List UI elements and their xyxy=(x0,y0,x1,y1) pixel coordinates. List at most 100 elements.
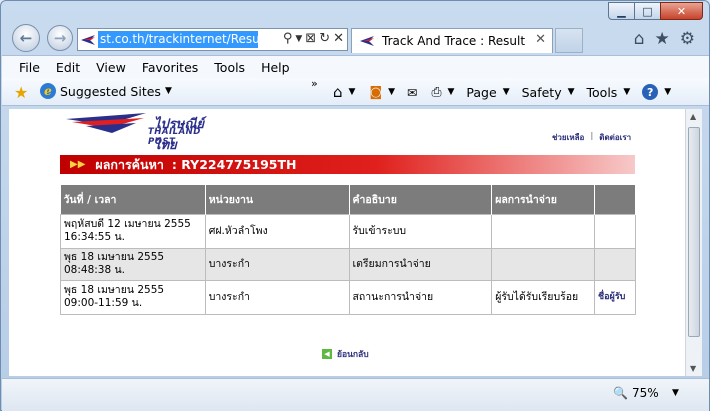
thailand-post-logo[interactable]: ไปรษณีย์ไทย THAILAND POST xyxy=(66,113,226,153)
row-date: พุธ 18 เมษายน 2555 xyxy=(64,251,165,263)
row-description: รับเข้าระบบ xyxy=(348,213,493,249)
tracking-code: : RY224775195TH xyxy=(171,157,297,172)
row-description: สถานะการนำจ่าย xyxy=(348,279,493,315)
scroll-down-icon[interactable]: ▼ xyxy=(690,364,696,373)
page-viewport: ไปรษณีย์ไทย THAILAND POST ช่วยเหลือ | ติ… xyxy=(9,109,685,376)
help-icon[interactable]: ? xyxy=(642,84,659,100)
menu-favorites[interactable]: Favorites xyxy=(142,60,198,75)
tab-favicon-icon xyxy=(360,36,374,46)
back-arrow-icon: ◀ xyxy=(322,349,332,359)
help-link[interactable]: ช่วยเหลือ xyxy=(552,131,584,144)
menu-bar: File Edit View Favorites Tools Help xyxy=(2,55,709,78)
maximize-button[interactable]: □ xyxy=(634,2,661,20)
logo-bird-icon xyxy=(66,113,146,133)
tab-title: Track And Trace : Result xyxy=(382,34,526,48)
favorites-icon[interactable]: ★ xyxy=(14,83,28,102)
back-link-label: ย้อนกลับ xyxy=(337,350,369,360)
tab-close-icon[interactable]: ✕ xyxy=(535,32,546,47)
home-icon[interactable]: ⌂ xyxy=(634,29,645,49)
double-arrow-icon: ▶▶ xyxy=(70,159,86,170)
menu-help[interactable]: Help xyxy=(261,60,290,75)
window-controls: ▁ □ ✕ xyxy=(608,2,703,20)
row-office: ศฝ.หัวลำโพง xyxy=(204,213,350,249)
row-result: ผู้รับได้รับเรียบร้อย xyxy=(491,279,596,315)
zoom-control[interactable]: 🔍 75% xyxy=(613,386,659,400)
close-button[interactable]: ✕ xyxy=(660,2,703,20)
row-signature xyxy=(594,247,636,281)
address-bar[interactable]: st.co.th/trackinternet/Result.a ⚲ ▼ ⊠ ↻ … xyxy=(77,28,348,51)
row-office: บางระกำ xyxy=(204,247,350,281)
page-icon xyxy=(78,29,98,50)
chevron-down-icon[interactable]: ▼ xyxy=(349,87,356,97)
back-button[interactable]: ← xyxy=(12,24,40,52)
safety-menu[interactable]: Safety xyxy=(522,85,562,100)
print-icon[interactable]: ⎙ xyxy=(431,84,441,100)
stop-icon[interactable]: ✕ xyxy=(333,31,344,46)
row-time: 16:34:55 น. xyxy=(64,231,126,243)
command-bar: ★ e Suggested Sites ▼ » ⌂ ▼ ◙ ▼ ✉ ⎙ ▼ Page ▼… xyxy=(2,77,709,106)
mail-icon[interactable]: ✉ xyxy=(407,85,417,100)
chevron-down-icon: ▼ xyxy=(502,87,510,97)
row-result xyxy=(491,247,596,281)
chevron-down-icon: ▼ xyxy=(567,87,575,97)
suggested-sites-label: Suggested Sites xyxy=(60,83,161,99)
zoom-level: 75% xyxy=(631,386,659,400)
url-text[interactable]: st.co.th/trackinternet/Result.a xyxy=(98,31,258,48)
minimize-button[interactable]: ▁ xyxy=(608,2,635,20)
back-link[interactable]: ◀ ย้อนกลับ xyxy=(322,347,369,361)
ie-icon: e xyxy=(40,83,56,99)
scroll-thumb[interactable] xyxy=(688,127,700,337)
row-description: เตรียมการนำจ่าย xyxy=(348,247,493,281)
row-result xyxy=(491,213,596,249)
tracking-table: วันที่ / เวลา หน่วยงาน คำอธิบาย ผลการนำจ… xyxy=(60,185,636,315)
gear-icon[interactable]: ⚙ xyxy=(680,29,695,49)
favbar-chevron[interactable]: » xyxy=(311,77,318,90)
search-icon[interactable]: ⚲ xyxy=(283,31,293,46)
header-date-time: วันที่ / เวลา xyxy=(60,185,206,214)
compatibility-icon[interactable]: ⊠ xyxy=(305,31,316,46)
row-date: พฤหัสบดี 12 เมษายน 2555 xyxy=(64,218,191,230)
new-tab-button[interactable] xyxy=(555,28,583,53)
row-signature xyxy=(594,213,636,249)
refresh-icon[interactable]: ↻ xyxy=(319,31,330,46)
back-arrow-icon: ← xyxy=(19,29,33,47)
vertical-scrollbar[interactable]: ▲ ▼ xyxy=(685,109,702,376)
dropdown-icon[interactable]: ▼ xyxy=(295,34,302,46)
header-blank xyxy=(594,185,636,214)
forward-button[interactable]: → xyxy=(47,25,73,51)
signature-link[interactable]: ชื่อผู้รับ xyxy=(594,279,636,315)
chevron-down-icon[interactable]: ▼ xyxy=(388,87,395,97)
chevron-down-icon[interactable]: ▼ xyxy=(664,87,671,97)
suggested-sites[interactable]: e Suggested Sites ▼ xyxy=(40,83,172,99)
table-row: พุธ 18 เมษายน 2555 08:48:38 น. บางระกำ เต… xyxy=(60,247,636,281)
row-time: 09:00-11:59 น. xyxy=(64,297,143,309)
tab-track-and-trace[interactable]: Track And Trace : Result ✕ xyxy=(351,28,553,53)
tools-menu[interactable]: Tools xyxy=(587,85,618,100)
chevron-down-icon: ▼ xyxy=(164,86,172,96)
scroll-up-icon[interactable]: ▲ xyxy=(690,112,696,121)
home-page-icon[interactable]: ⌂ xyxy=(333,83,343,101)
menu-file[interactable]: File xyxy=(19,60,40,75)
status-bar: 🔍 75% ▼ xyxy=(2,378,709,411)
header-office: หน่วยงาน xyxy=(205,185,350,214)
feeds-icon[interactable]: ◙ xyxy=(369,85,382,100)
menu-tools[interactable]: Tools xyxy=(214,60,245,75)
contact-link[interactable]: ติดต่อเรา xyxy=(599,131,631,144)
favorites-star-icon[interactable]: ★ xyxy=(655,29,670,49)
logo-english-text: THAILAND POST xyxy=(148,127,201,147)
chevron-down-icon[interactable]: ▼ xyxy=(448,87,455,97)
page-menu[interactable]: Page xyxy=(466,85,496,100)
menu-edit[interactable]: Edit xyxy=(56,60,80,75)
header-description: คำอธิบาย xyxy=(349,185,493,214)
table-row: พฤหัสบดี 12 เมษายน 2555 16:34:55 น. ศฝ.หั… xyxy=(60,213,636,249)
chevron-down-icon[interactable]: ▼ xyxy=(672,388,679,398)
table-header-row: วันที่ / เวลา หน่วยงาน คำอธิบาย ผลการนำจ… xyxy=(60,185,636,214)
row-date: พุธ 18 เมษายน 2555 xyxy=(64,284,165,296)
row-time: 08:48:38 น. xyxy=(64,264,126,276)
chevron-down-icon: ▼ xyxy=(623,87,631,97)
browser-window: ▁ □ ✕ ← → st.co.th/trackinternet/Result.… xyxy=(0,0,710,411)
result-header: ▶▶ ผลการค้นหา : RY224775195TH xyxy=(60,155,635,174)
zoom-icon: 🔍 xyxy=(613,386,628,400)
table-row: พุธ 18 เมษายน 2555 09:00-11:59 น. บางระกำ… xyxy=(60,279,636,315)
menu-view[interactable]: View xyxy=(96,60,126,75)
